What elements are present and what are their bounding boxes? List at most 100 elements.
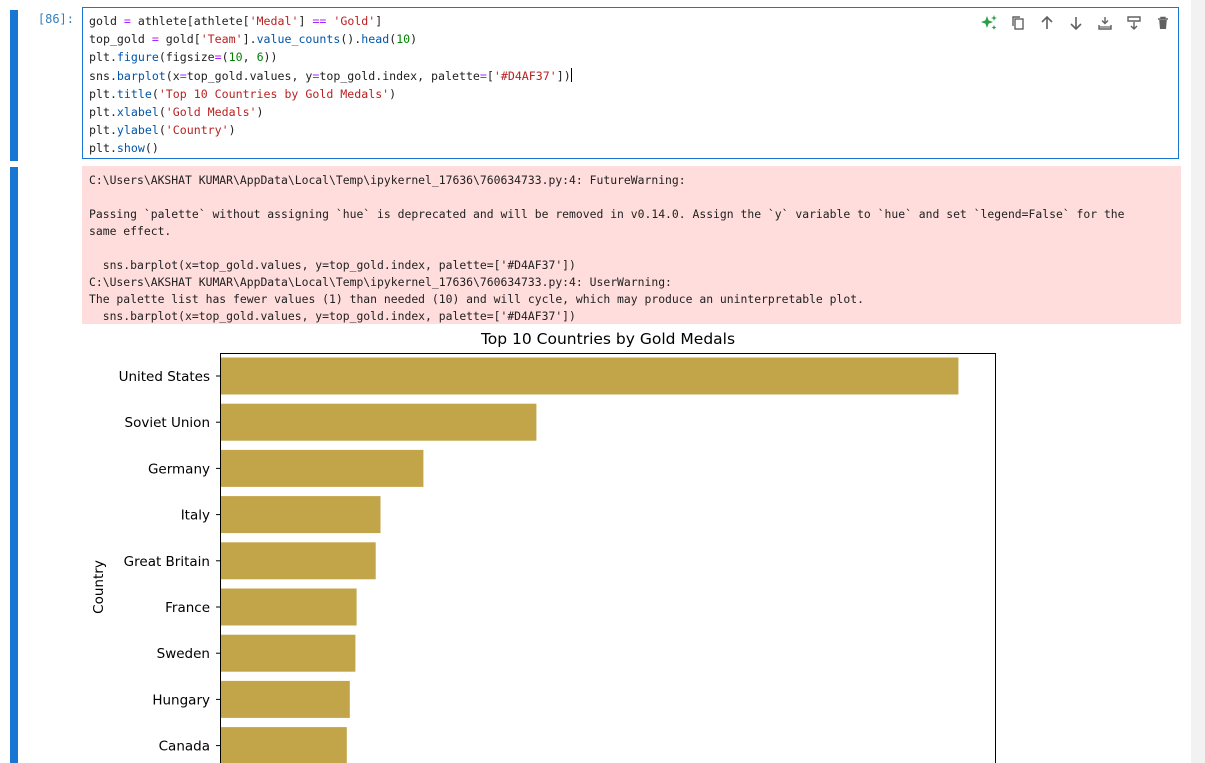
bar: [221, 449, 424, 487]
cell-toolbar: [978, 12, 1174, 34]
code-token: 10: [396, 32, 411, 47]
stderr-output: C:\Users\AKSHAT KUMAR\AppData\Local\Temp…: [82, 166, 1181, 324]
bar: [221, 634, 356, 672]
code-token: )): [263, 50, 278, 65]
code-token: (: [158, 104, 166, 119]
code-token: 'Gold Medals': [165, 104, 257, 119]
code-token: (: [221, 50, 229, 65]
plot-frame: [220, 353, 996, 763]
scrollbar[interactable]: [1191, 0, 1205, 763]
code-token: xlabel: [116, 104, 159, 119]
code-token: ]: [375, 14, 383, 28]
move-down-button[interactable]: [1065, 12, 1087, 34]
arrow-up-icon: [1039, 15, 1055, 31]
code-line: plt.title('Top 10 Countries by Gold Meda…: [89, 85, 572, 103]
code-token: athlete[athlete[: [130, 14, 250, 28]
code-token: gold: [89, 14, 124, 28]
cell-active-indicator: [10, 10, 18, 161]
code-token: barplot: [116, 68, 166, 83]
code-token: plt.: [89, 141, 117, 156]
code-token: ].: [242, 32, 257, 47]
y-tick-label: Soviet Union: [125, 415, 210, 431]
code-token: (: [158, 123, 166, 138]
code-token: 6: [256, 50, 264, 65]
y-tick-label: United States: [119, 369, 210, 385]
bar: [221, 403, 537, 441]
code-token: ().: [340, 32, 362, 47]
code-token: 'Gold': [333, 14, 376, 28]
code-token: ,: [242, 50, 257, 65]
code-token: ): [256, 104, 264, 119]
code-token: top_gold.values, y: [186, 68, 313, 83]
code-token: (figsize: [158, 50, 215, 65]
y-tick-label: Sweden: [157, 646, 210, 662]
code-token: 'Top 10 Countries by Gold Medals': [158, 86, 390, 101]
code-token: plt.: [89, 86, 117, 101]
bar: [221, 680, 350, 718]
ai-assist-button[interactable]: [978, 12, 1000, 34]
y-tick-label: France: [165, 600, 210, 616]
code-line: plt.ylabel('Country'): [89, 121, 572, 139]
bar: [221, 588, 357, 626]
code-token: 'Team': [200, 32, 243, 47]
code-token: ]): [556, 68, 571, 83]
trash-icon: [1155, 15, 1171, 31]
code-token: =: [151, 32, 159, 47]
code-token: =: [123, 14, 131, 28]
y-tick-label: Italy: [181, 508, 210, 524]
code-token: =: [214, 50, 222, 65]
code-token: value_counts: [256, 32, 341, 47]
insert-below-icon: [1126, 15, 1142, 31]
y-tick-label: Great Britain: [124, 554, 210, 570]
code-token: ): [228, 123, 236, 138]
insert-below-button[interactable]: [1123, 12, 1145, 34]
code-line: sns.barplot(x=top_gold.values, y=top_gol…: [89, 67, 572, 85]
output-active-indicator: [10, 167, 18, 763]
code-token: [: [486, 68, 494, 83]
execution-count: [86]:: [37, 12, 74, 26]
code-line: plt.figure(figsize=(10, 6)): [89, 48, 572, 66]
y-tick-label: Hungary: [152, 692, 210, 708]
code-line: plt.show(): [89, 139, 572, 157]
arrow-down-icon: [1068, 15, 1084, 31]
code-editor[interactable]: gold = athlete[athlete['Medal'] == 'Gold…: [82, 7, 1179, 159]
code-token: top_gold: [89, 32, 152, 47]
move-up-button[interactable]: [1036, 12, 1058, 34]
code-token: title: [116, 86, 152, 101]
y-axis-label: Country: [91, 560, 107, 614]
code-line: plt.xlabel('Gold Medals'): [89, 103, 572, 121]
code-token: ): [389, 86, 397, 101]
bar: [221, 542, 376, 580]
code-token: 'Country': [165, 123, 229, 138]
y-tick-label: Germany: [148, 461, 210, 477]
code-token: top_gold.index, palette: [319, 68, 480, 83]
code-token: plt.: [89, 123, 117, 138]
code-line: top_gold = gold['Team'].value_counts().h…: [89, 30, 572, 48]
code-token: =: [479, 68, 487, 83]
code-token: 10: [228, 50, 243, 65]
code-token: figure: [116, 50, 159, 65]
code-token: 'Medal': [249, 14, 299, 28]
code-token: ylabel: [116, 123, 159, 138]
insert-above-button[interactable]: [1094, 12, 1116, 34]
code-token: (): [144, 141, 159, 156]
copy-icon: [1010, 15, 1026, 31]
y-tick-label: Canada: [159, 739, 210, 755]
code-token: ==: [312, 14, 327, 28]
code-token: gold[: [158, 32, 201, 47]
code-token: =: [179, 68, 187, 83]
code-token: show: [116, 141, 145, 156]
insert-above-icon: [1097, 15, 1113, 31]
code-line: gold = athlete[athlete['Medal'] == 'Gold…: [89, 12, 572, 30]
code-token: (x: [165, 68, 180, 83]
code-token: ): [410, 32, 418, 47]
delete-cell-button[interactable]: [1152, 12, 1174, 34]
duplicate-cell-button[interactable]: [1007, 12, 1029, 34]
code-token: (: [151, 86, 159, 101]
code-token: ]: [298, 14, 313, 28]
code-content[interactable]: gold = athlete[athlete['Medal'] == 'Gold…: [89, 12, 572, 158]
bar: [221, 357, 959, 395]
code-token: '#D4AF37': [493, 68, 557, 83]
bar: [221, 496, 381, 534]
code-token: head: [361, 32, 390, 47]
